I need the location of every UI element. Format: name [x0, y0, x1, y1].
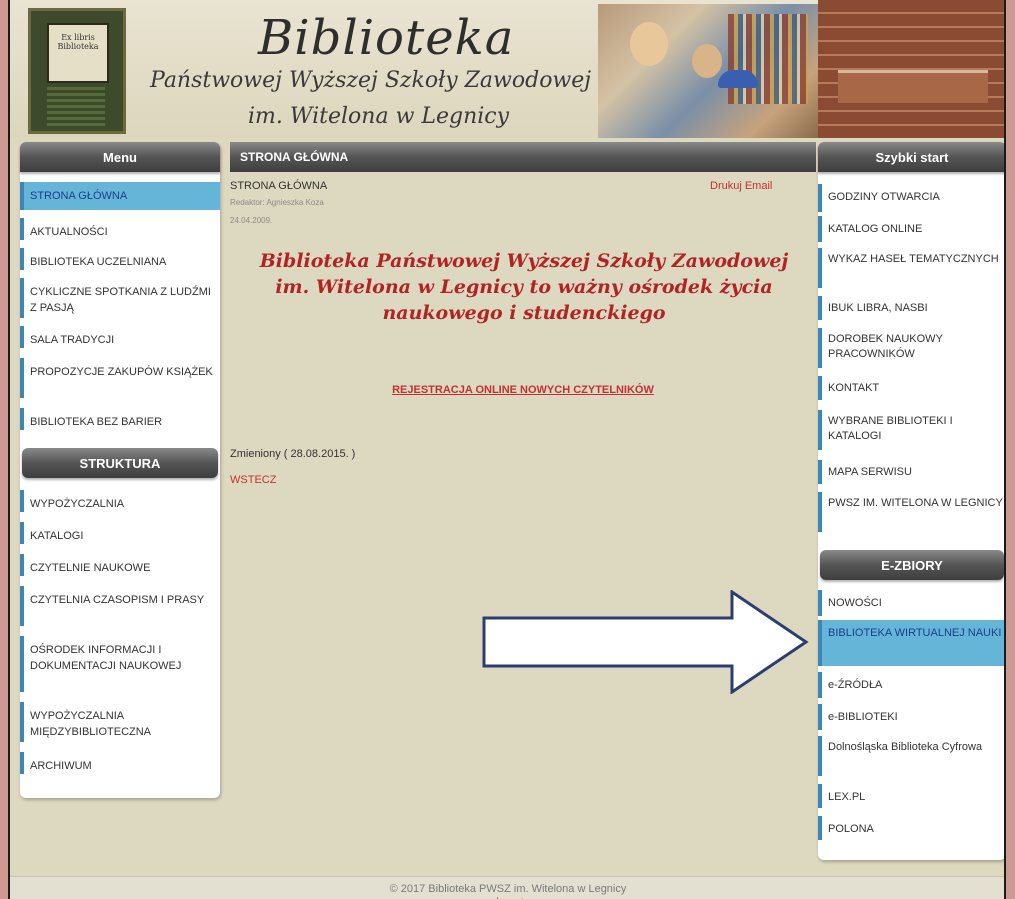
quick-item-ibuk-libra[interactable]: IBUK LIBRA, NASBI — [818, 296, 1004, 320]
headline-line-1: Biblioteka Państwowej Wyższej Szkoły Zaw… — [259, 250, 789, 272]
menu-item-katalogi[interactable]: KATALOGI — [20, 522, 220, 544]
quick-item-kontakt[interactable]: KONTAKT — [818, 376, 1004, 400]
ezbiory-heading: E-ZBIORY — [820, 550, 1004, 580]
menu-item-czytelnie-naukowe[interactable]: CZYTELNIE NAUKOWE — [20, 554, 220, 576]
header-photo-readers — [598, 4, 818, 138]
menu-item-wypozyczalnia[interactable]: WYPOŻYCZALNIA — [20, 490, 220, 512]
ezbiory-item-dolnoslaska-biblioteka[interactable]: Dolnośląska Biblioteka Cyfrowa — [818, 736, 1004, 776]
quick-item-pwsz[interactable]: PWSZ IM. WITELONA W LEGNICY — [818, 492, 1004, 532]
ezbiory-item-nowosci[interactable]: NOWOŚCI — [818, 590, 1004, 616]
site-header: Ex libris Biblioteka Biblioteka Państwow… — [10, 0, 1004, 138]
menu-item-wypozyczalnia-miedzybiblioteczna[interactable]: WYPOŻYCZALNIA MIĘDZYBIBLIOTECZNA — [20, 702, 220, 742]
site-title: Biblioteka — [258, 10, 515, 66]
menu-heading: Menu — [20, 142, 220, 172]
modified-date: Zmieniony ( 28.08.2015. ) — [230, 448, 356, 460]
quick-item-wykaz-hasel[interactable]: WYKAZ HASEŁ TEMATYCZNYCH — [818, 248, 1004, 288]
article-date: 24.04.2009. — [230, 216, 273, 225]
page-frame: Ex libris Biblioteka Biblioteka Państwow… — [8, 0, 1006, 899]
menu-item-sala-tradycji[interactable]: SALA TRADYCJI — [20, 326, 220, 348]
article-editor: Redaktor: Agnieszka Koza — [230, 198, 324, 207]
headline-line-2: im. Witelona w Legnicy to ważny ośrodek … — [275, 276, 773, 298]
menu-item-biblioteka-bez-barier[interactable]: BIBLIOTEKA BEZ BARIER — [20, 408, 220, 430]
menu-item-archiwum[interactable]: ARCHIWUM — [20, 752, 220, 774]
register-online-link[interactable]: REJESTRACJA ONLINE NOWYCH CZYTELNIKÓW — [230, 384, 816, 396]
headline-line-3: naukowego i studenckiego — [382, 302, 666, 324]
menu-item-cykliczne-spotkania[interactable]: CYKLICZNE SPOTKANIA Z LUDŹMI Z PASJĄ — [20, 278, 220, 318]
menu-item-czytelnia-czasopism[interactable]: CZYTELNIA CZASOPISM I PRASY — [20, 586, 220, 626]
quick-item-mapa-serwisu[interactable]: MAPA SERWISU — [818, 460, 1004, 484]
logo-text: Ex libris Biblioteka — [57, 33, 99, 51]
site-footer: © 2017 Biblioteka PWSZ im. Witelona w Le… — [10, 876, 1004, 899]
back-link[interactable]: WSTECZ — [230, 474, 276, 486]
ezbiory-item-e-biblioteki[interactable]: e-BIBLIOTEKI — [818, 704, 1004, 730]
ezbiory-item-e-zrodla[interactable]: e-ŹRÓDŁA — [818, 672, 1004, 698]
site-subtitle-line1: Państwowej Wyższej Szkoły Zawodowej — [150, 68, 592, 93]
ezbiory-item-polona[interactable]: POLONA — [818, 816, 1004, 840]
library-logo-image[interactable]: Ex libris Biblioteka — [28, 8, 126, 134]
header-photo-building — [818, 0, 1004, 138]
structure-heading: STRUKTURA — [22, 448, 218, 478]
quick-item-godziny-otwarcia[interactable]: GODZINY OTWARCIA — [818, 184, 1004, 212]
site-subtitle-line2: im. Witelona w Legnicy — [248, 104, 510, 129]
quick-item-wybrane-biblioteki[interactable]: WYBRANE BIBLIOTEKI I KATALOGI — [818, 410, 1004, 450]
quick-item-katalog-online[interactable]: KATALOG ONLINE — [818, 216, 1004, 242]
print-email-links[interactable]: Drukuj Email — [710, 180, 772, 192]
footer-copyright: © 2017 Biblioteka PWSZ im. Witelona w Le… — [389, 883, 627, 895]
quick-item-dorobek-naukowy[interactable]: DOROBEK NAUKOWY PRACOWNIKÓW — [818, 328, 1004, 368]
article-title: STRONA GŁÓWNA — [230, 180, 328, 192]
menu-item-aktualnosci[interactable]: AKTUALNOŚCI — [20, 218, 220, 240]
menu-item-biblioteka-uczelniana[interactable]: BIBLIOTEKA UCZELNIANA — [20, 248, 220, 270]
menu-item-osrodek-informacji[interactable]: OŚRODEK INFORMACJI I DOKUMENTACJI NAUKOW… — [20, 636, 220, 692]
right-sidebar: Szybki start GODZINY OTWARCIA KATALOG ON… — [818, 142, 1004, 860]
ezbiory-item-lex-pl[interactable]: LEX.PL — [818, 784, 1004, 808]
content-heading: STRONA GŁÓWNA — [230, 142, 816, 172]
quick-start-heading: Szybki start — [818, 142, 1004, 172]
left-sidebar: Menu STRONA GŁÓWNA AKTUALNOŚCI BIBLIOTEK… — [20, 142, 220, 798]
menu-item-propozycje-zakupow[interactable]: PROPOZYCJE ZAKUPÓW KSIĄŻEK — [20, 358, 220, 398]
ezbiory-item-biblioteka-wirtualnej-nauki[interactable]: BIBLIOTEKA WIRTUALNEJ NAUKI — [818, 620, 1004, 666]
article-headline: Biblioteka Państwowej Wyższej Szkoły Zaw… — [232, 248, 816, 326]
menu-item-strona-glowna[interactable]: STRONA GŁÓWNA — [20, 182, 220, 210]
right-arrow-icon — [482, 590, 809, 694]
